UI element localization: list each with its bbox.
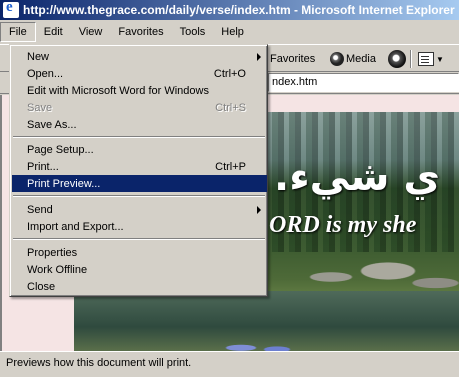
menu-item-label: Edit with Microsoft Word for Windows: [27, 84, 209, 97]
menu-item-label: New: [27, 50, 50, 63]
favorites-button[interactable]: Favorites: [270, 49, 315, 69]
menu-item-send[interactable]: Send: [12, 201, 267, 218]
menu-item-label: Import and Export...: [27, 220, 124, 233]
blue-flowers: [214, 335, 304, 351]
menu-item-properties[interactable]: Properties: [12, 244, 267, 261]
media-icon: [330, 52, 344, 66]
menu-separator: [13, 195, 265, 197]
menu-item-save-as[interactable]: Save As...: [12, 116, 267, 133]
menu-item-print-preview[interactable]: Print Preview...: [12, 175, 267, 192]
window-title: http://www.thegrace.com/daily/verse/inde…: [23, 3, 455, 17]
menu-bar: File Edit View Favorites Tools Help: [0, 20, 459, 44]
menu-item-label: Print...: [27, 160, 59, 173]
favorites-label: Favorites: [270, 53, 316, 65]
menu-item-label: Save As...: [27, 118, 77, 131]
english-verse-text: ORD is my she: [269, 212, 417, 238]
history-button[interactable]: [388, 49, 406, 69]
menu-item-work-offline[interactable]: Work Offline: [12, 261, 267, 278]
media-button[interactable]: Media: [330, 49, 376, 69]
river-rocks: [274, 247, 459, 307]
menu-item-import-export[interactable]: Import and Export...: [12, 218, 267, 235]
menu-item-edit-with-word[interactable]: Edit with Microsoft Word for Windows: [12, 82, 267, 99]
internet-explorer-icon: [3, 0, 19, 18]
media-label: Media: [346, 53, 376, 65]
submenu-arrow-icon: [257, 53, 261, 61]
history-icon: [388, 50, 406, 68]
menu-item-shortcut: Ctrl+S: [215, 101, 246, 114]
status-text: Previews how this document will print.: [6, 357, 192, 369]
address-input[interactable]: ndex.htm: [268, 73, 459, 92]
menu-item-label: Print Preview...: [27, 177, 101, 190]
menu-item-shortcut: Ctrl+O: [213, 67, 246, 80]
menu-item-label: Work Offline: [27, 263, 88, 276]
menu-item-label: Send: [27, 203, 53, 216]
mail-icon: [418, 52, 434, 66]
menu-item-new[interactable]: New: [12, 48, 267, 65]
menu-item-page-setup[interactable]: Page Setup...: [12, 141, 267, 158]
menu-item-close[interactable]: Close: [12, 278, 267, 295]
menu-item-label: Save: [27, 101, 53, 114]
menu-separator: [13, 238, 265, 240]
menu-item-save: Save Ctrl+S: [12, 99, 267, 116]
chevron-down-icon: ▼: [436, 54, 444, 64]
menu-item-open[interactable]: Open... Ctrl+O: [12, 65, 267, 82]
menu-item-label: Close: [27, 280, 56, 293]
toolbar-separator: [410, 50, 412, 68]
menu-view[interactable]: View: [71, 23, 111, 41]
menu-edit[interactable]: Edit: [36, 23, 71, 41]
menu-tools[interactable]: Tools: [172, 23, 214, 41]
menu-item-label: Page Setup...: [27, 143, 94, 156]
status-bar: Previews how this document will print.: [0, 351, 459, 377]
arabic-verse-text: ي شيء.: [274, 154, 441, 200]
menu-separator: [13, 136, 265, 138]
menu-help[interactable]: Help: [213, 23, 252, 41]
mail-button[interactable]: ▼: [418, 49, 444, 69]
submenu-arrow-icon: [257, 206, 261, 214]
menu-item-label: Open...: [27, 67, 64, 80]
menu-item-shortcut: Ctrl+P: [215, 160, 246, 173]
file-menu-dropdown: New Open... Ctrl+O Edit with Microsoft W…: [9, 44, 268, 297]
title-bar: http://www.thegrace.com/daily/verse/inde…: [0, 0, 459, 20]
menu-item-label: Properties: [27, 246, 78, 259]
menu-file[interactable]: File: [0, 22, 36, 42]
menu-item-print[interactable]: Print... Ctrl+P: [12, 158, 267, 175]
menu-favorites[interactable]: Favorites: [110, 23, 171, 41]
